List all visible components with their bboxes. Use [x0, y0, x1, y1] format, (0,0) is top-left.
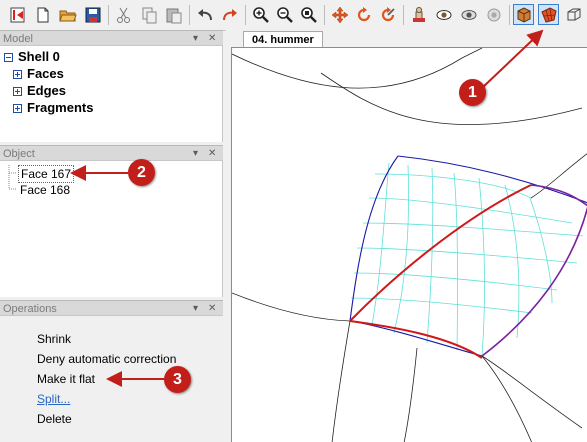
model-tree: Shell 0 Faces Edges Fragments: [0, 46, 223, 142]
exit-icon[interactable]: [8, 4, 29, 25]
model-panel-header: Model ▾ ✕: [0, 30, 223, 46]
zoom-in-icon[interactable]: [250, 4, 271, 25]
expand-icon[interactable]: [13, 104, 22, 114]
tab-document[interactable]: 04. hummer: [243, 31, 323, 48]
object-panel-title: Object: [3, 148, 35, 160]
panel-close-icon[interactable]: ✕: [208, 301, 216, 317]
tree-node-edges[interactable]: Edges: [13, 82, 66, 99]
guide-curve: [232, 48, 483, 89]
object-item-face-168[interactable]: Face 168: [20, 182, 70, 198]
callout-badge-1: 1: [459, 79, 486, 106]
object-list: Face 167 Face 168: [0, 161, 223, 297]
redo-icon[interactable]: [219, 4, 240, 25]
eye-icon[interactable]: [433, 4, 454, 25]
open-folder-icon[interactable]: [57, 4, 78, 25]
pan-icon[interactable]: [329, 4, 350, 25]
guide-curve: [403, 347, 418, 442]
zoom-out-icon[interactable]: [274, 4, 295, 25]
panel-dropdown-icon[interactable]: ▾: [193, 146, 198, 162]
operation-deny-correction[interactable]: Deny automatic correction: [37, 351, 176, 367]
guide-curve: [481, 355, 583, 429]
panel-dropdown-icon[interactable]: ▾: [193, 31, 198, 47]
object-item-face-167[interactable]: Face 167: [18, 165, 75, 183]
zoom-fit-icon[interactable]: [298, 4, 319, 25]
panel-close-icon[interactable]: ✕: [208, 146, 216, 162]
copy-icon[interactable]: [138, 4, 159, 25]
guide-curve: [320, 72, 583, 126]
operations-panel-title: Operations: [3, 303, 57, 315]
new-document-icon[interactable]: [32, 4, 53, 25]
save-icon[interactable]: [82, 4, 103, 25]
callout-badge-3: 3: [164, 366, 191, 393]
object-panel-header: Object ▾ ✕: [0, 145, 223, 161]
collapse-icon[interactable]: [4, 53, 13, 63]
eye-settings-icon[interactable]: [458, 4, 479, 25]
operation-shrink[interactable]: Shrink: [37, 331, 71, 347]
rotate-icon[interactable]: [353, 4, 374, 25]
rotate-free-icon[interactable]: [377, 4, 398, 25]
3d-viewport[interactable]: [231, 47, 587, 442]
panel-dropdown-icon[interactable]: ▾: [193, 301, 198, 317]
box-view-icon[interactable]: [513, 4, 534, 25]
tree-node-shell[interactable]: Shell 0: [4, 48, 60, 65]
callout-badge-2: 2: [128, 159, 155, 186]
guide-curve: [481, 355, 532, 442]
undo-icon[interactable]: [194, 4, 215, 25]
selected-edge: [349, 184, 532, 359]
paste-icon[interactable]: [163, 4, 184, 25]
operation-split[interactable]: Split...: [37, 391, 70, 407]
expand-icon[interactable]: [13, 70, 22, 80]
operations-panel-header: Operations ▾ ✕: [0, 300, 223, 316]
operation-make-flat[interactable]: Make it flat: [37, 371, 95, 387]
operation-delete[interactable]: Delete: [37, 411, 72, 427]
main-toolbar: [0, 0, 587, 31]
model-panel-title: Model: [3, 33, 33, 45]
guide-curve: [331, 320, 351, 442]
expand-icon[interactable]: [13, 87, 22, 97]
eye-disabled-icon[interactable]: [483, 4, 504, 25]
surface-view-icon[interactable]: [538, 4, 559, 25]
cut-icon[interactable]: [113, 4, 134, 25]
tree-node-fragments[interactable]: Fragments: [13, 99, 93, 116]
panel-close-icon[interactable]: ✕: [208, 31, 216, 47]
tree-node-faces[interactable]: Faces: [13, 65, 64, 82]
stamp-icon[interactable]: [408, 4, 429, 25]
wireframe-view-icon[interactable]: [563, 4, 584, 25]
surface-drawing: [232, 48, 587, 442]
guide-curve: [232, 292, 351, 322]
